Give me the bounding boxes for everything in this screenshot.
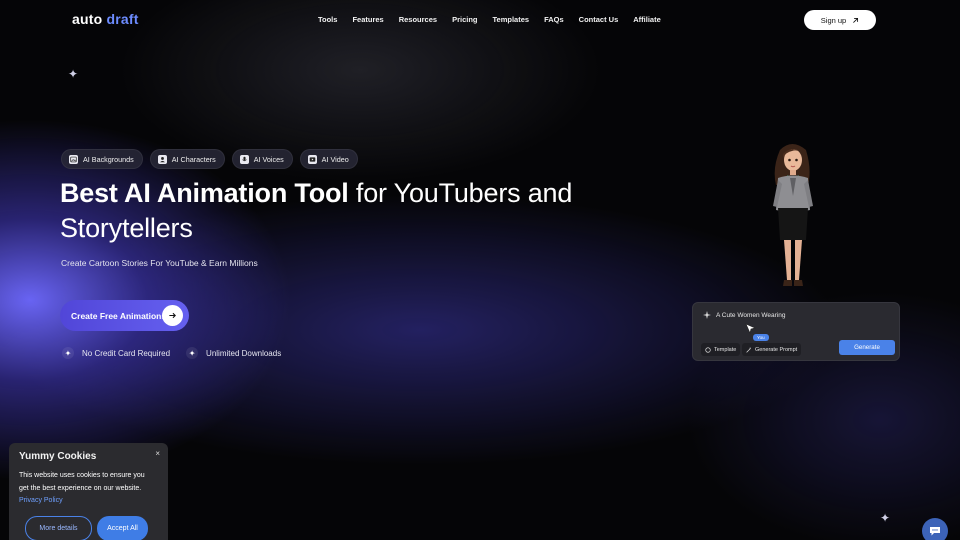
sparkle-icon: ✦ [880, 511, 891, 525]
cookie-message: This website uses cookies to ensure you … [19, 472, 145, 492]
perk-label: Unlimited Downloads [206, 348, 282, 358]
template-icon [705, 346, 711, 353]
perk-item: ✦ No Credit Card Required [62, 347, 170, 359]
accept-all-button[interactable]: Accept All [97, 516, 148, 540]
cookie-title: Yummy Cookies [19, 451, 97, 462]
generate-button[interactable]: Generate [839, 340, 895, 355]
main-nav: Tools Features Resources Pricing Templat… [318, 15, 661, 24]
signup-label: Sign up [820, 15, 847, 25]
chip-ai-characters[interactable]: AI Characters [149, 149, 225, 169]
chip-label: AI Backgrounds [83, 154, 134, 164]
perks-list: ✦ No Credit Card Required ✦ Unlimited Do… [62, 347, 281, 359]
voice-icon [239, 154, 249, 164]
character-icon [157, 154, 167, 164]
nav-item-contact-us[interactable]: Contact Us [579, 15, 619, 24]
create-free-animations-button[interactable]: Create Free Animations [60, 300, 189, 331]
cookie-text: This website uses cookies to ensure you … [19, 470, 154, 508]
hero-headline: Best AI Animation Tool for YouTubers and… [60, 176, 600, 246]
video-icon [307, 154, 317, 164]
prompt-text: A Cute Women Wearing [716, 311, 786, 319]
nav-item-tools[interactable]: Tools [318, 15, 337, 24]
cta-label: Create Free Animations [71, 310, 167, 321]
nav-item-resources[interactable]: Resources [399, 15, 437, 24]
character-illustration [773, 144, 813, 286]
nav-item-pricing[interactable]: Pricing [452, 15, 477, 24]
nav-item-faqs[interactable]: FAQs [544, 15, 564, 24]
perk-label: No Credit Card Required [82, 348, 171, 358]
logo-text-draft: draft [106, 11, 139, 27]
hero-subtitle: Create Cartoon Stories For YouTube & Ear… [61, 258, 258, 268]
chip-label: AI Voices [253, 154, 284, 164]
arrow-right-icon [162, 305, 183, 326]
sparkle-icon [703, 311, 711, 319]
chip-ai-voices[interactable]: AI Voices [231, 149, 293, 169]
cookie-banner: Yummy Cookies × This website uses cookie… [9, 443, 168, 540]
template-label: Template [714, 346, 737, 353]
nav-item-templates[interactable]: Templates [493, 15, 530, 24]
magic-wand-icon [746, 347, 751, 353]
chip-ai-backgrounds[interactable]: AI Backgrounds [61, 149, 143, 169]
chip-ai-video[interactable]: AI Video [299, 149, 358, 169]
perk-item: ✦ Unlimited Downloads [186, 347, 281, 359]
sparkle-icon: ✦ [186, 347, 199, 359]
template-button[interactable]: Template [701, 343, 741, 356]
logo-text-auto: auto [72, 11, 103, 27]
generate-prompt-button[interactable]: Generate Prompt [742, 343, 802, 356]
chat-icon [930, 527, 940, 536]
you-tag: You [753, 334, 769, 341]
more-details-button[interactable]: More details [25, 516, 92, 540]
close-icon[interactable]: × [155, 449, 160, 458]
feature-chips: AI Backgrounds AI Characters AI Voices A… [61, 149, 358, 169]
nav-item-features[interactable]: Features [352, 15, 383, 24]
prompt-card: A Cute Women Wearing You Template Genera… [692, 302, 900, 361]
privacy-policy-link[interactable]: Privacy Policy [19, 497, 63, 504]
chip-label: AI Characters [171, 154, 216, 164]
sparkle-icon: ✦ [62, 347, 74, 359]
sparkle-icon: ✦ [68, 67, 79, 81]
generate-prompt-label: Generate Prompt [755, 346, 798, 353]
nav-item-affiliate[interactable]: Affiliate [633, 15, 661, 24]
prompt-input[interactable]: A Cute Women Wearing [703, 311, 786, 319]
chat-button[interactable] [922, 518, 948, 540]
chip-label: AI Video [321, 154, 349, 164]
image-icon [69, 154, 78, 164]
site-logo[interactable]: auto draft [72, 11, 139, 27]
headline-bold: Best AI Animation Tool [60, 178, 349, 208]
arrow-up-right-icon [853, 17, 859, 23]
signup-button[interactable]: Sign up [804, 10, 876, 30]
